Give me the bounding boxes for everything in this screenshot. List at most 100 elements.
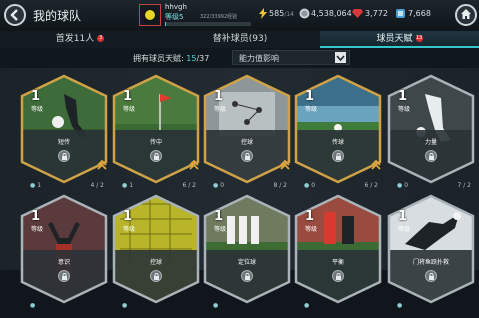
player-icon: ● (304, 302, 310, 309)
talent-card[interactable]: 1 等级 传球 ● 0 6 / 2 (292, 74, 384, 198)
talent-card[interactable]: 1 等级 控球 ● (110, 194, 202, 318)
talent-card[interactable]: 1 等级 门将鱼跃扑救 ● (385, 194, 477, 318)
talent-count: ● (304, 302, 311, 309)
talent-name: 控球 (240, 139, 253, 146)
xp-text: 322/33992经验 (200, 14, 238, 20)
talent-level-label: 等级 (123, 106, 136, 113)
talent-card-grid: 1 等级 短传 ● 1 4 / 2 1 等级 传中 ● 1 6 / 2 1 等级 控球 ● 0 8 / 2 1 等级传… (0, 68, 479, 309)
tokens-value: 7,668 (408, 9, 431, 18)
player-icon: ● (397, 182, 403, 189)
talent-level-label: 等级 (123, 226, 136, 233)
talent-name: 定位球 (237, 259, 256, 266)
tab-bar: 首发11人 3 替补球员(93) 球员天赋 13 (0, 31, 479, 48)
chevron-down-icon (335, 52, 346, 63)
player-icon: ● (30, 182, 36, 189)
sort-dropdown[interactable]: 能力值影响 (232, 50, 350, 65)
lock-icon (332, 150, 344, 162)
talent-stats: ● 1 6 / 2 (110, 182, 202, 192)
talent-count: ● (213, 302, 220, 309)
token-icon (396, 9, 405, 18)
talent-name: 平衡 (331, 259, 344, 266)
talent-count: ● 0 (397, 182, 409, 189)
talent-count: ● 0 (213, 182, 225, 189)
back-button[interactable] (4, 4, 26, 26)
talent-level-label: 等级 (305, 226, 318, 233)
talent-stats: ● (385, 302, 477, 312)
talent-level: 1 (214, 209, 224, 224)
lock-icon (241, 150, 253, 162)
lightning-icon (259, 8, 267, 19)
talent-card[interactable]: 1 等级 平衡 ● (292, 194, 384, 318)
talent-stats: ● 0 7 / 2 (385, 182, 477, 192)
talent-card[interactable]: 1 等级 控球 ● 0 8 / 2 (201, 74, 293, 198)
talent-level: 1 (31, 89, 41, 104)
gem-icon (352, 9, 363, 18)
talent-name: 控球 (149, 259, 162, 266)
club-badge[interactable] (139, 4, 161, 26)
tab-player-talents[interactable]: 球员天赋 13 (320, 31, 479, 48)
energy-value: 585/14 (269, 9, 294, 18)
talent-level: 1 (305, 89, 315, 104)
talent-count: ● 0 (304, 182, 316, 189)
talent-stats: ● (18, 302, 110, 312)
talent-count: ● 1 (30, 182, 42, 189)
tab-starting-eleven[interactable]: 首发11人 3 (0, 31, 160, 48)
talent-card[interactable]: 1 等级传中 ● 1 6 / 2 (110, 74, 202, 198)
talent-level-label: 等级 (398, 226, 411, 233)
talent-count: ● (122, 302, 129, 309)
talent-stats: ● (201, 302, 293, 312)
talent-progress: 6 / 2 (182, 182, 196, 189)
coins-icon (299, 8, 310, 19)
talent-name: 传中 (149, 139, 162, 146)
upgrade-available-icon (189, 160, 199, 170)
club-crest-icon (144, 9, 156, 21)
lock-icon (150, 270, 162, 282)
lock-icon (425, 150, 437, 162)
lock-icon (241, 270, 253, 282)
talent-stats: ● 1 4 / 2 (18, 182, 110, 192)
upgrade-available-icon (371, 160, 381, 170)
player-icon: ● (213, 182, 219, 189)
gems-value: 3,772 (365, 9, 388, 18)
owned-talents-count: 拥有球员天赋: 15/37 (133, 54, 210, 63)
lock-icon (150, 150, 162, 162)
coins-value: 4,538,064 (311, 9, 352, 18)
page-title: 我的球队 (33, 9, 82, 23)
tab-substitutes[interactable]: 替补球员(93) (160, 31, 320, 48)
talent-stats: ● 0 6 / 2 (292, 182, 384, 192)
talent-level-label: 等级 (305, 106, 318, 113)
talent-level-label: 等级 (214, 106, 227, 113)
top-bar: 我的球队 hhvgh 等级5 322/33992经验 585/14 4,538,… (0, 0, 479, 32)
talent-card[interactable]: 1 等级 力量 ● 0 7 / 2 (385, 74, 477, 198)
notification-badge: 3 (97, 35, 105, 42)
home-icon (461, 9, 471, 19)
player-icon: ● (304, 182, 310, 189)
tab-label: 球员天赋 (376, 34, 413, 44)
lock-icon (58, 270, 70, 282)
talent-level: 1 (214, 89, 224, 104)
talent-name: 短传 (57, 139, 70, 146)
talent-progress: 4 / 2 (90, 182, 104, 189)
xp-bar-fill (165, 22, 166, 26)
lock-icon (58, 150, 70, 162)
talent-level: 1 (398, 209, 408, 224)
upgrade-available-icon (280, 160, 290, 170)
username: hhvgh (165, 3, 187, 11)
player-icon: ● (122, 302, 128, 309)
talent-level: 1 (123, 89, 133, 104)
player-icon: ● (397, 302, 403, 309)
user-level: 等级5 (165, 13, 184, 21)
player-icon: ● (213, 302, 219, 309)
talent-card[interactable]: 1 等级 定位球 ● (201, 194, 293, 318)
talent-card[interactable]: 1 等级 意识 ● (18, 194, 110, 318)
xp-bar (165, 22, 251, 26)
tab-label: 首发11人 (55, 34, 95, 44)
home-button[interactable] (455, 4, 477, 26)
talent-card[interactable]: 1 等级短传 ● 1 4 / 2 (18, 74, 110, 198)
tab-label: 替补球员(93) (212, 34, 268, 44)
talent-level: 1 (31, 209, 41, 224)
talent-progress: 6 / 2 (364, 182, 378, 189)
talent-count: ● 1 (122, 182, 134, 189)
talent-level-label: 等级 (31, 106, 44, 113)
notification-badge: 13 (415, 35, 423, 42)
